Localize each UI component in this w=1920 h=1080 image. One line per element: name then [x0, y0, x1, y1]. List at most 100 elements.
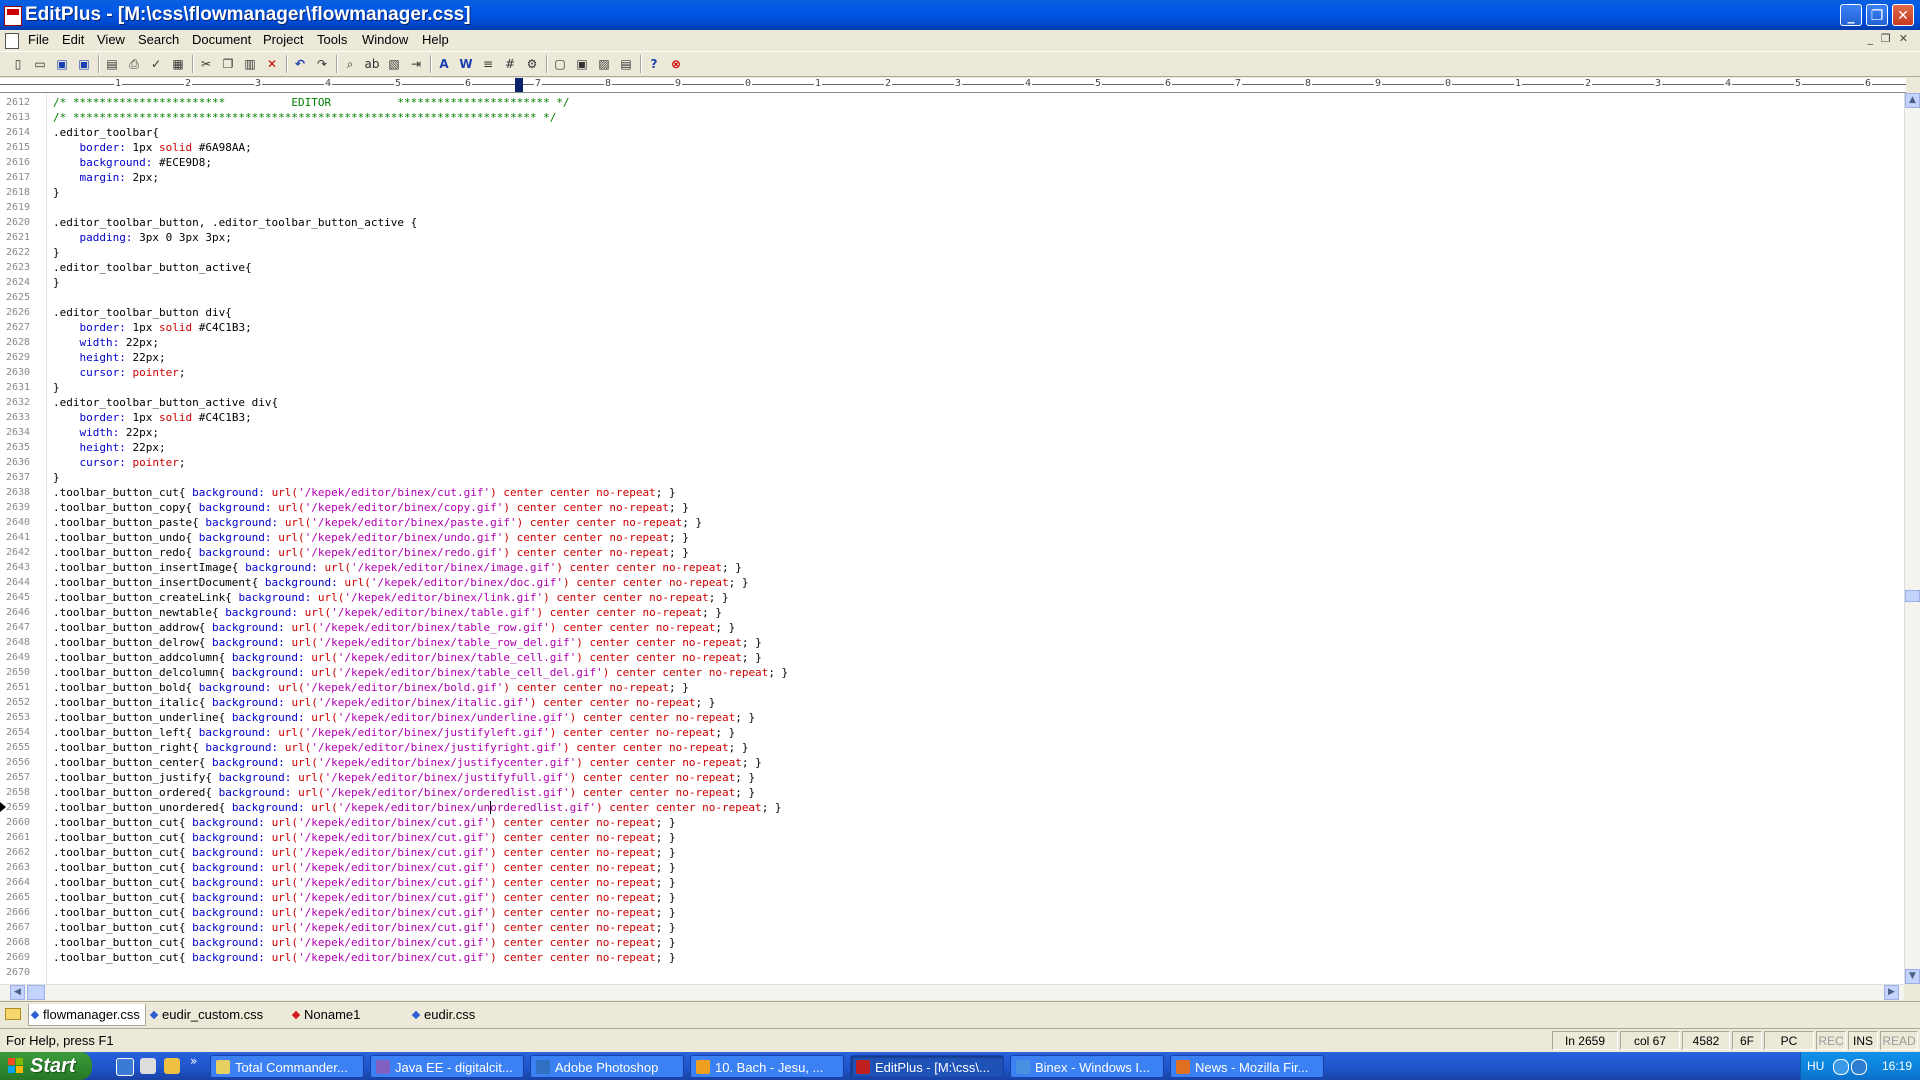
word-wrap-icon[interactable]: W: [458, 56, 474, 72]
menu-edit[interactable]: Edit: [62, 32, 84, 47]
scroll-left-button[interactable]: ◀: [10, 985, 25, 1000]
title-bar[interactable]: EditPlus - [M:\css\flowmanager\flowmanag…: [0, 0, 1920, 30]
code-text: padding: 3px 0 3px 3px;: [79, 231, 232, 244]
minimize-button[interactable]: _: [1840, 4, 1862, 26]
scroll-up-button[interactable]: ▲: [1905, 93, 1920, 108]
task-total-commander[interactable]: Total Commander...: [210, 1055, 364, 1078]
menu-project[interactable]: Project: [263, 32, 303, 47]
undo-icon[interactable]: ↶: [292, 56, 308, 72]
quicklaunch-desktop-icon[interactable]: [116, 1058, 134, 1076]
quicklaunch-notepad-icon[interactable]: [140, 1058, 156, 1074]
task-mozilla-firefox[interactable]: News - Mozilla Fir...: [1170, 1055, 1324, 1078]
language-indicator[interactable]: HU: [1807, 1059, 1824, 1073]
code-text: .editor_toolbar{: [53, 126, 159, 139]
settings-icon[interactable]: ⚙: [524, 56, 540, 72]
document-icon[interactable]: [5, 33, 19, 49]
code-text: .toolbar_button_undo{ background: url('/…: [53, 531, 689, 544]
stop-icon[interactable]: ⊗: [668, 56, 684, 72]
vertical-scrollbar[interactable]: ▲ ▼: [1904, 93, 1920, 984]
close-button[interactable]: ✕: [1892, 4, 1914, 26]
window-list-icon[interactable]: ▢: [552, 56, 568, 72]
find-in-files-icon[interactable]: ▧: [386, 56, 402, 72]
code-text: .editor_toolbar_button_active{: [53, 261, 252, 274]
tab-eudir-css[interactable]: eudir.css: [410, 1004, 510, 1026]
task-java-ee[interactable]: Java EE - digitalcit...: [370, 1055, 524, 1078]
quicklaunch-app-icon[interactable]: [164, 1058, 180, 1074]
tab-eudir-custom-css[interactable]: eudir_custom.css: [148, 1004, 266, 1026]
save-all-icon[interactable]: ▣: [76, 56, 92, 72]
menu-tools[interactable]: Tools: [317, 32, 347, 47]
task-media-player[interactable]: 10. Bach - Jesu, ...: [690, 1055, 844, 1078]
start-button[interactable]: Start: [0, 1052, 92, 1080]
system-clock[interactable]: 16:19: [1882, 1059, 1912, 1073]
menu-file[interactable]: File: [28, 32, 49, 47]
menu-help[interactable]: Help: [422, 32, 449, 47]
horizontal-scrollbar[interactable]: ◀ ▶: [0, 984, 1904, 1000]
status-read[interactable]: READ: [1880, 1031, 1918, 1050]
file-icon: [149, 1010, 159, 1020]
code-text: .toolbar_button_newtable{ background: ur…: [53, 606, 722, 619]
system-tray: HU 16:19: [1800, 1052, 1920, 1080]
editplus-app-icon[interactable]: [4, 6, 22, 26]
status-rec[interactable]: REC: [1816, 1031, 1846, 1050]
tab-noname1[interactable]: Noname1: [290, 1004, 390, 1026]
vertical-scroll-thumb[interactable]: [1905, 590, 1920, 602]
code-text: }: [53, 381, 60, 394]
open-folder-icon[interactable]: ▭: [32, 56, 48, 72]
quicklaunch-chevron-icon[interactable]: »: [190, 1054, 197, 1068]
code-text: .toolbar_button_addrow{ background: url(…: [53, 621, 736, 634]
code-text: .toolbar_button_paste{ background: url('…: [53, 516, 703, 529]
cliptext-icon[interactable]: ▨: [596, 56, 612, 72]
cut-icon[interactable]: ✂: [198, 56, 214, 72]
menu-window[interactable]: Window: [362, 32, 408, 47]
line-number-gutter[interactable]: 2612 2613 2614 2615 2616 2617 2618 2619 2620 2621…: [0, 93, 47, 984]
code-text: .toolbar_button_italic{ background: url(…: [53, 696, 716, 709]
print-preview-icon[interactable]: ▤: [104, 56, 120, 72]
toolbar: ▯ ▭ ▣ ▣ ▤ ⎙ ✓ ▦ ✂ ❐ ▥ ✕ ↶ ↷ ⌕ ab ▧ ⇥ A W…: [0, 51, 1920, 77]
photoshop-icon: [536, 1060, 550, 1074]
horizontal-scroll-thumb[interactable]: [27, 985, 45, 1000]
menu-document[interactable]: Document: [192, 32, 251, 47]
new-file-icon[interactable]: ▯: [10, 56, 26, 72]
task-editplus[interactable]: EditPlus - [M:\css\...: [850, 1055, 1004, 1078]
folder-icon[interactable]: [5, 1008, 21, 1020]
ruler-icon[interactable]: ≡: [480, 56, 496, 72]
copy-icon[interactable]: ❐: [220, 56, 236, 72]
browser-icon[interactable]: ▦: [170, 56, 186, 72]
tab-flowmanager-css[interactable]: flowmanager.css: [28, 1004, 146, 1026]
code-text: .toolbar_button_delrow{ background: url(…: [53, 636, 762, 649]
line-number-icon[interactable]: #: [502, 56, 518, 72]
delete-icon[interactable]: ✕: [264, 56, 280, 72]
task-adobe-photoshop[interactable]: Adobe Photoshop: [530, 1055, 684, 1078]
status-ins[interactable]: INS: [1848, 1031, 1878, 1050]
restore-button[interactable]: ❐: [1866, 4, 1888, 26]
spell-check-icon[interactable]: ✓: [148, 56, 164, 72]
status-file-format[interactable]: PC: [1764, 1031, 1814, 1050]
paste-icon[interactable]: ▥: [242, 56, 258, 72]
scroll-right-button[interactable]: ▶: [1884, 985, 1899, 1000]
task-internet-explorer[interactable]: Binex - Windows I...: [1010, 1055, 1164, 1078]
network-tray-icon[interactable]: [1833, 1059, 1849, 1075]
redo-icon[interactable]: ↷: [314, 56, 330, 72]
goto-line-icon[interactable]: ⇥: [408, 56, 424, 72]
directory-icon[interactable]: ▤: [618, 56, 634, 72]
replace-icon[interactable]: ab: [364, 56, 380, 72]
code-text: .toolbar_button_underline{ background: u…: [53, 711, 756, 724]
security-tray-icon[interactable]: [1851, 1059, 1867, 1075]
menu-view[interactable]: View: [97, 32, 125, 47]
code-text: .toolbar_button_center{ background: url(…: [53, 756, 762, 769]
scroll-down-button[interactable]: ▼: [1905, 969, 1920, 984]
code-text: .toolbar_button_cut{ background: url('/k…: [53, 876, 676, 889]
find-icon[interactable]: ⌕: [342, 56, 358, 72]
code-editor[interactable]: 2612 2613 2614 2615 2616 2617 2618 2619 2620 2621…: [0, 93, 1904, 984]
mdi-window-controls[interactable]: _❐✕: [1867, 32, 1916, 45]
print-icon[interactable]: ⎙: [126, 56, 142, 72]
help-icon[interactable]: ?: [646, 56, 662, 72]
output-window-icon[interactable]: ▣: [574, 56, 590, 72]
code-text: height: 22px;: [79, 351, 166, 364]
code-text: width: 22px;: [79, 426, 160, 439]
menu-search[interactable]: Search: [138, 32, 179, 47]
font-icon[interactable]: A: [436, 56, 452, 72]
save-icon[interactable]: ▣: [54, 56, 70, 72]
status-hex-code: 6F: [1732, 1031, 1762, 1050]
